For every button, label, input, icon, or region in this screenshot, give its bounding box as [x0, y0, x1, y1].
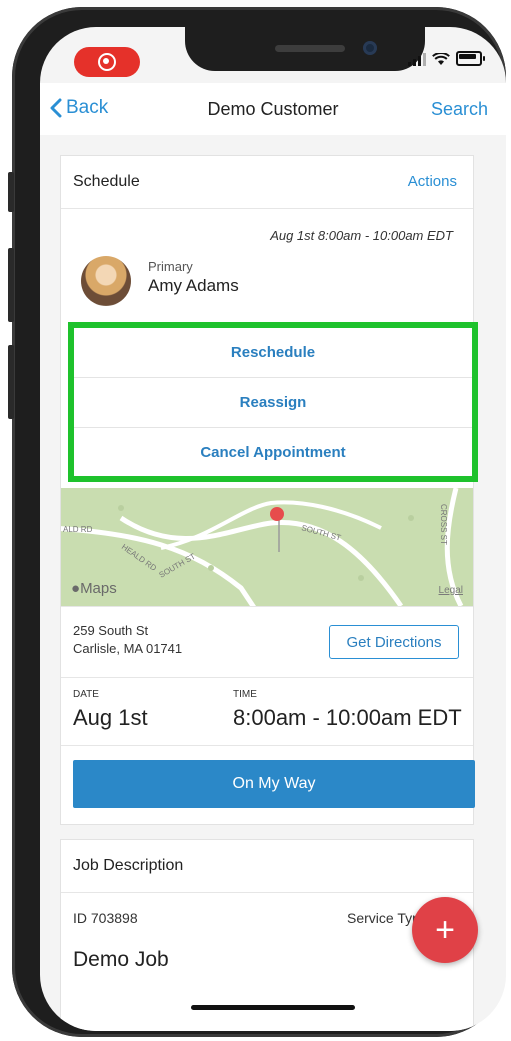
- search-button[interactable]: Search: [431, 99, 488, 120]
- camera: [363, 41, 377, 55]
- volume-down-button: [8, 345, 14, 419]
- volume-up-button: [8, 248, 14, 322]
- actions-button[interactable]: Actions: [408, 173, 457, 190]
- assignee-role: Primary: [148, 259, 193, 274]
- notch: [185, 27, 425, 71]
- schedule-header: Schedule Actions: [61, 156, 473, 209]
- street-label: CROSS ST: [439, 504, 448, 545]
- job-description-title: Job Description: [73, 857, 184, 874]
- apple-icon: ●: [71, 580, 81, 597]
- phone-frame: Back Demo Customer Search Schedule Actio…: [12, 7, 506, 1037]
- job-name: Demo Job: [73, 948, 169, 971]
- address-row: 259 South St Carlisle, MA 01741 Get Dire…: [61, 606, 473, 678]
- reassign-button[interactable]: Reassign: [74, 378, 472, 428]
- date-value: Aug 1st: [73, 705, 148, 730]
- address-line2: Carlisle, MA 01741: [73, 641, 183, 656]
- map-pin-icon: [270, 507, 284, 521]
- add-fab-button[interactable]: +: [412, 897, 478, 963]
- appointment-action-menu: Reschedule Reassign Cancel Appointment: [68, 322, 478, 482]
- battery-icon: [456, 51, 485, 66]
- legal-link[interactable]: Legal: [439, 585, 463, 596]
- mute-switch: [8, 172, 14, 212]
- wifi-icon: [432, 53, 450, 65]
- nav-bar: Back Demo Customer Search: [40, 83, 506, 135]
- get-directions-button[interactable]: Get Directions: [329, 625, 459, 659]
- screen-recording-indicator[interactable]: [74, 47, 140, 77]
- speaker: [275, 45, 345, 52]
- avatar: [81, 256, 131, 306]
- signal-icon: [408, 53, 426, 66]
- address-line1: 259 South St: [73, 623, 149, 638]
- job-id: ID 703898: [73, 910, 138, 926]
- location-map[interactable]: ALD RD HEALD RD SOUTH ST SOUTH ST CROSS …: [61, 488, 473, 606]
- schedule-card: Schedule Actions Aug 1st 8:00am - 10:00a…: [60, 155, 478, 825]
- status-icons: [408, 51, 485, 66]
- home-indicator[interactable]: [191, 1005, 355, 1010]
- time-value: 8:00am - 10:00am EDT: [233, 705, 462, 730]
- plus-icon: +: [435, 910, 455, 949]
- maps-logo: ●Maps: [71, 580, 117, 597]
- map-graphic: ALD RD HEALD RD SOUTH ST SOUTH ST CROSS …: [61, 488, 473, 606]
- cancel-appointment-button[interactable]: Cancel Appointment: [74, 428, 472, 477]
- screen: Back Demo Customer Search Schedule Actio…: [40, 27, 506, 1031]
- time-label: TIME: [233, 689, 257, 700]
- schedule-title: Schedule: [73, 173, 140, 190]
- appointment-time-range: Aug 1st 8:00am - 10:00am EDT: [270, 228, 453, 243]
- job-description-header: Job Description: [61, 840, 473, 893]
- date-time-row: DATE Aug 1st TIME 8:00am - 10:00am EDT: [61, 677, 473, 746]
- assignee-name: Amy Adams: [148, 276, 239, 295]
- reschedule-button[interactable]: Reschedule: [74, 328, 472, 378]
- street-label: ALD RD: [63, 525, 93, 534]
- date-label: DATE: [73, 689, 99, 700]
- record-dot-icon: [103, 58, 109, 64]
- on-my-way-button[interactable]: On My Way: [73, 760, 475, 808]
